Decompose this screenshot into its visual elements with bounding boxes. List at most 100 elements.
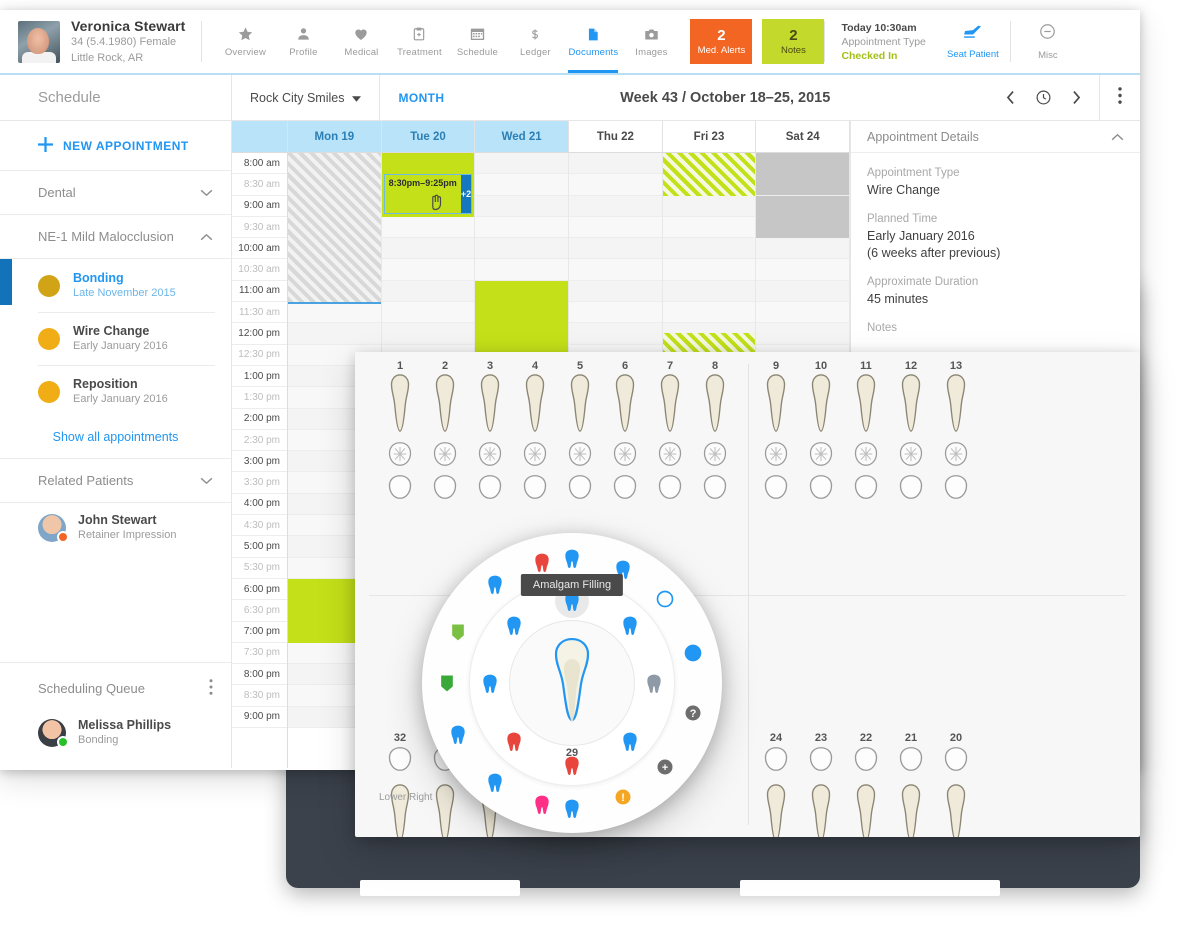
sidebar-section-case[interactable]: NE-1 Mild Malocclusion <box>0 215 231 259</box>
more-vertical-icon[interactable] <box>209 679 213 698</box>
calendar-cell[interactable] <box>288 302 381 324</box>
clock-icon[interactable] <box>1035 89 1052 106</box>
onlay-icon[interactable] <box>617 728 643 754</box>
help-icon[interactable]: ? <box>680 700 706 726</box>
calendar-cell[interactable] <box>569 259 662 281</box>
tooth-column[interactable]: 13 <box>935 360 977 502</box>
appointment-details-header[interactable]: Appointment Details <box>851 121 1140 153</box>
perio-icon[interactable] <box>559 795 585 821</box>
tooth-column[interactable]: 5 <box>559 360 601 502</box>
label-green-l-icon[interactable] <box>445 619 471 645</box>
queue-item-melissa-phillips[interactable]: Melissa Phillips Bonding <box>0 708 231 768</box>
tab-schedule[interactable]: Schedule <box>448 10 506 73</box>
calendar-cell[interactable] <box>662 195 756 217</box>
tooth-column[interactable]: 9 <box>755 360 797 502</box>
tentative-block-hatch[interactable] <box>662 153 756 196</box>
tooth-column[interactable]: 12 <box>890 360 932 502</box>
day-header-mon[interactable]: Mon 19 <box>288 121 382 152</box>
calendar-cell[interactable] <box>756 302 850 324</box>
calendar-cell[interactable] <box>381 323 475 345</box>
tooth-column[interactable]: 7 <box>649 360 691 502</box>
day-header-sat[interactable]: Sat 24 <box>756 121 851 152</box>
calendar-cell[interactable] <box>569 153 662 175</box>
appointment-item-reposition[interactable]: Reposition Early January 2016 <box>0 365 231 418</box>
new-appointment-button[interactable]: NEW APPOINTMENT <box>0 121 231 171</box>
sidebar-section-related-patients[interactable]: Related Patients <box>0 459 231 503</box>
show-all-appointments-link[interactable]: Show all appointments <box>0 418 231 458</box>
toolbar-overflow[interactable] <box>1099 75 1140 120</box>
crown-red-icon[interactable] <box>529 549 555 575</box>
tooth-column[interactable]: 11 <box>845 360 887 502</box>
tooth-column[interactable]: 2 <box>424 360 466 502</box>
calendar-cell[interactable] <box>381 238 475 260</box>
tab-overview[interactable]: Overview <box>216 10 274 73</box>
calendar-cell[interactable] <box>475 174 569 196</box>
extraction-icon[interactable] <box>445 721 471 747</box>
calendar-cell[interactable] <box>381 302 475 324</box>
calendar-cell[interactable] <box>756 280 850 303</box>
tooth-column[interactable]: 6 <box>604 360 646 502</box>
tooth-column[interactable]: 3 <box>469 360 511 502</box>
tooth-column[interactable]: 24 <box>755 732 797 837</box>
add-icon[interactable]: + <box>652 754 678 780</box>
smiley-outline-icon[interactable] <box>652 586 678 612</box>
calendar-cell[interactable] <box>569 280 662 303</box>
tab-documents[interactable]: Documents <box>564 10 622 73</box>
notes-chip[interactable]: 2 Notes <box>762 19 825 64</box>
calendar-cell[interactable] <box>569 216 662 239</box>
day-header-wed[interactable]: Wed 21 <box>475 121 570 152</box>
calendar-cell[interactable] <box>475 216 569 239</box>
caries-red-icon[interactable] <box>501 728 527 754</box>
chevron-right-icon[interactable] <box>1070 89 1083 106</box>
tab-ledger[interactable]: Ledger <box>506 10 564 73</box>
clinic-select[interactable]: Rock City Smiles <box>232 75 381 120</box>
calendar-cell[interactable] <box>756 238 850 260</box>
calendar-cell[interactable] <box>569 323 662 345</box>
view-month-button[interactable]: MONTH <box>380 75 462 120</box>
calendar-cell[interactable] <box>756 323 850 345</box>
calendar-cell[interactable] <box>381 280 475 303</box>
tag-green-icon[interactable] <box>434 670 460 696</box>
tooth-column[interactable]: 8 <box>694 360 736 502</box>
appointment-item-bonding[interactable]: Bonding Late November 2015 <box>0 259 231 312</box>
tooth-column[interactable]: 1 <box>379 360 421 502</box>
smiley-filled-icon[interactable] <box>680 640 706 666</box>
tab-treatment[interactable]: Treatment <box>390 10 448 73</box>
alert-icon[interactable]: ! <box>610 784 636 810</box>
calendar-cell[interactable] <box>381 216 475 239</box>
tooth-column[interactable]: 10 <box>800 360 842 502</box>
calendar-cell[interactable] <box>569 195 662 217</box>
tab-profile[interactable]: Profile <box>274 10 332 73</box>
brackets-icon[interactable] <box>482 769 508 795</box>
tooth-column[interactable]: 22 <box>845 732 887 837</box>
tooth-column[interactable]: 4 <box>514 360 556 502</box>
calendar-cell[interactable] <box>569 238 662 260</box>
seat-patient-button[interactable]: Seat Patient <box>936 10 1010 73</box>
patient-summary[interactable]: Veronica Stewart 34 (5.4.1980) Female Li… <box>0 10 201 73</box>
calendar-cell[interactable] <box>662 259 756 281</box>
chevron-left-icon[interactable] <box>1004 89 1017 106</box>
calendar-cell[interactable] <box>475 259 569 281</box>
tooth-column[interactable]: 23 <box>800 732 842 837</box>
calendar-cell[interactable] <box>569 174 662 196</box>
calendar-cell[interactable] <box>662 302 756 324</box>
tooth-column[interactable]: 20 <box>935 732 977 837</box>
calendar-cell[interactable] <box>662 238 756 260</box>
sealant-icon[interactable] <box>501 612 527 638</box>
calendar-cell[interactable] <box>288 323 381 345</box>
calendar-cell[interactable] <box>381 259 475 281</box>
veneer-icon[interactable] <box>477 670 503 696</box>
tooth-column[interactable]: 21 <box>890 732 932 837</box>
calendar-cell[interactable] <box>475 195 569 217</box>
tooth-column[interactable]: 32 <box>379 732 421 837</box>
misc-button[interactable]: Misc <box>1011 10 1085 73</box>
calendar-cell[interactable] <box>662 216 756 239</box>
calendar-cell[interactable] <box>475 153 569 175</box>
tab-medical[interactable]: Medical <box>332 10 390 73</box>
appointment-item-wire-change[interactable]: Wire Change Early January 2016 <box>0 312 231 365</box>
tab-images[interactable]: Images <box>622 10 680 73</box>
calendar-cell[interactable] <box>756 259 850 281</box>
day-header-fri[interactable]: Fri 23 <box>663 121 757 152</box>
calendar-cell[interactable] <box>662 280 756 303</box>
calendar-cell[interactable] <box>475 238 569 260</box>
